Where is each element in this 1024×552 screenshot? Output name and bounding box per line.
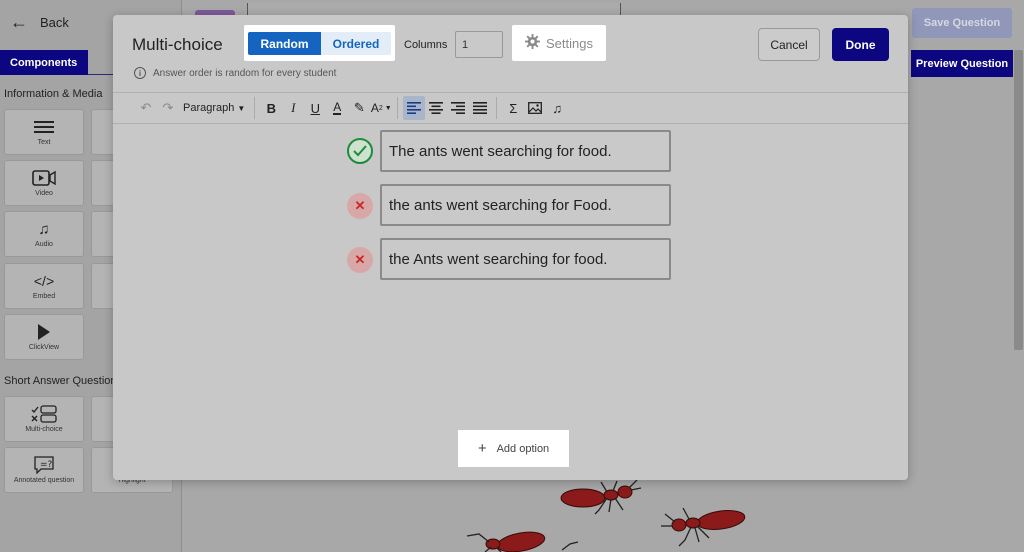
paragraph-select[interactable]: Paragraph ▼ bbox=[179, 96, 249, 120]
incorrect-x-icon[interactable]: ✕ bbox=[347, 247, 373, 273]
plus-icon: + bbox=[477, 440, 487, 457]
tile-annotated-question[interactable]: =? Annotated question bbox=[4, 447, 84, 493]
toolbar-divider bbox=[496, 97, 498, 119]
back-button[interactable]: ← Back bbox=[10, 12, 69, 33]
redo-icon[interactable]: ↷ bbox=[157, 96, 179, 120]
annotate-icon: =? bbox=[32, 456, 56, 474]
incorrect-x-icon[interactable]: ✕ bbox=[347, 193, 373, 219]
gear-icon bbox=[525, 34, 540, 52]
preview-question-button[interactable]: Preview Question bbox=[911, 50, 1013, 77]
underline-icon[interactable]: U bbox=[304, 96, 326, 120]
music-note-icon: ♫ bbox=[38, 220, 50, 238]
toolbar-divider bbox=[254, 97, 256, 119]
tile-text[interactable]: Text bbox=[4, 109, 84, 155]
text-color-icon[interactable]: A bbox=[326, 96, 348, 120]
highlighter-icon[interactable]: ✎ bbox=[348, 96, 370, 120]
italic-icon[interactable]: I bbox=[282, 96, 304, 120]
answer-order-toggle: Random Ordered bbox=[244, 25, 395, 61]
order-ordered-option[interactable]: Ordered bbox=[321, 32, 391, 55]
section-short-answer: Short Answer Question bbox=[4, 375, 117, 387]
ant-illustration-4 bbox=[561, 541, 579, 551]
multi-choice-icon bbox=[31, 405, 57, 423]
tile-embed[interactable]: </> Embed bbox=[4, 263, 84, 309]
align-left-icon[interactable] bbox=[403, 96, 426, 120]
music-note-icon[interactable]: ♫ bbox=[546, 96, 568, 120]
toolbar-divider bbox=[397, 97, 399, 119]
correct-check-icon[interactable] bbox=[347, 138, 373, 164]
columns-label: Columns bbox=[404, 39, 448, 51]
tile-multi-choice[interactable]: Multi-choice bbox=[4, 396, 84, 442]
align-center-icon[interactable] bbox=[425, 96, 447, 120]
ant-illustration-2 bbox=[661, 507, 746, 547]
dialog-header: Multi-choice Random Ordered Columns 1 Se… bbox=[113, 15, 908, 93]
tile-audio[interactable]: ♫ Audio bbox=[4, 211, 84, 257]
dialog-title: Multi-choice bbox=[132, 35, 223, 54]
hint-text: Answer order is random for every student bbox=[153, 67, 337, 79]
answer-option-1[interactable]: The ants went searching for food. bbox=[380, 130, 671, 172]
image-icon[interactable] bbox=[524, 96, 546, 120]
chevron-down-icon: ▼ bbox=[237, 103, 246, 113]
video-icon bbox=[32, 170, 56, 187]
code-icon: </> bbox=[33, 272, 55, 289]
answer-option-3[interactable]: the Ants went searching for food. bbox=[380, 238, 671, 280]
svg-text:=?: =? bbox=[40, 460, 53, 470]
cancel-button[interactable]: Cancel bbox=[758, 28, 820, 61]
sigma-icon[interactable]: Σ bbox=[502, 96, 524, 120]
settings-label: Settings bbox=[546, 35, 593, 51]
ant-illustration-3 bbox=[466, 531, 546, 552]
back-label: Back bbox=[40, 15, 69, 30]
align-justify-icon[interactable] bbox=[469, 96, 491, 120]
section-information-media: Information & Media bbox=[4, 88, 103, 100]
arrow-left-icon: ← bbox=[10, 12, 28, 32]
editor-toolbar: ↶ ↷ Paragraph ▼ B I U A ✎ A 2 ▼ Σ ♫ bbox=[113, 92, 908, 124]
settings-button[interactable]: Settings bbox=[512, 25, 606, 61]
tile-clickview[interactable]: ClickView bbox=[4, 314, 84, 360]
align-right-icon[interactable] bbox=[447, 96, 469, 120]
undo-icon[interactable]: ↶ bbox=[135, 96, 157, 120]
ant-illustration bbox=[560, 479, 642, 515]
tab-components[interactable]: Components bbox=[0, 50, 88, 75]
order-random-option[interactable]: Random bbox=[248, 32, 321, 55]
paragraph-label: Paragraph bbox=[183, 102, 235, 114]
columns-input[interactable]: 1 bbox=[455, 31, 503, 58]
save-question-button[interactable]: Save Question bbox=[912, 8, 1012, 38]
bold-icon[interactable]: B bbox=[260, 96, 282, 120]
text-icon bbox=[34, 119, 54, 136]
add-option-label: Add option bbox=[496, 442, 550, 455]
page-scrollbar[interactable] bbox=[1014, 50, 1023, 350]
answer-option-2[interactable]: the ants went searching for Food. bbox=[380, 184, 671, 226]
play-icon bbox=[38, 324, 50, 341]
font-size-icon[interactable]: A 2 ▼ bbox=[370, 96, 392, 120]
tile-video[interactable]: Video bbox=[4, 160, 84, 206]
answer-order-hint: i Answer order is random for every stude… bbox=[134, 67, 336, 79]
multi-choice-dialog: Multi-choice Random Ordered Columns 1 Se… bbox=[113, 15, 908, 480]
add-option-button[interactable]: + Add option bbox=[458, 430, 569, 467]
info-icon: i bbox=[134, 67, 146, 79]
done-button[interactable]: Done bbox=[832, 28, 889, 61]
